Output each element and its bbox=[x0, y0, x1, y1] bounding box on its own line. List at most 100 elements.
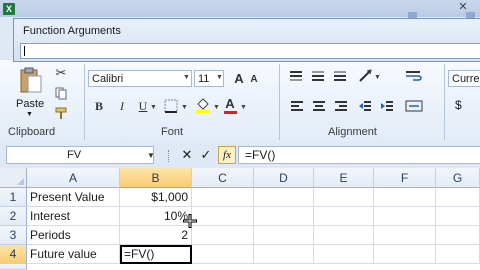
cell-e2[interactable] bbox=[314, 207, 374, 226]
paste-icon[interactable] bbox=[18, 66, 44, 94]
chevron-down-icon[interactable]: ▼ bbox=[374, 74, 381, 81]
row-header-4[interactable]: 4 bbox=[0, 245, 27, 264]
merge-center-icon[interactable] bbox=[404, 99, 424, 113]
underline-button[interactable]: U bbox=[136, 98, 150, 114]
dialog-title: Function Arguments bbox=[23, 25, 121, 37]
chevron-down-icon[interactable]: ▼ bbox=[183, 74, 190, 81]
row-header-3[interactable]: 3 bbox=[0, 226, 27, 245]
chevron-down-icon[interactable]: ▼ bbox=[147, 151, 155, 160]
column-header-e[interactable]: E bbox=[314, 168, 374, 188]
align-left-icon[interactable] bbox=[290, 100, 304, 112]
increase-indent-icon[interactable] bbox=[380, 100, 394, 112]
cell-a4[interactable]: Future value bbox=[27, 245, 120, 264]
cell-f2[interactable] bbox=[374, 207, 436, 226]
select-all-icon bbox=[17, 178, 24, 185]
worksheet-grid: A B C D E F G 1 Present Value $1,000 2 I… bbox=[0, 168, 480, 270]
cell-f1[interactable] bbox=[374, 188, 436, 207]
decrease-indent-icon[interactable] bbox=[358, 100, 372, 112]
select-all-button[interactable] bbox=[0, 168, 27, 188]
cell-e1[interactable] bbox=[314, 188, 374, 207]
column-header-g[interactable]: G bbox=[436, 168, 480, 188]
shrink-font-icon[interactable]: A bbox=[248, 72, 260, 87]
font-name-select[interactable]: Calibri bbox=[88, 70, 192, 87]
row-header-2[interactable]: 2 bbox=[0, 207, 27, 226]
cell-g1[interactable] bbox=[436, 188, 480, 207]
cell-a3[interactable]: Periods bbox=[27, 226, 120, 245]
wrap-text-icon[interactable] bbox=[404, 69, 424, 83]
cell-b3[interactable]: 2 bbox=[120, 226, 192, 245]
bold-button[interactable]: B bbox=[92, 98, 106, 114]
cursor-icon bbox=[183, 214, 197, 231]
name-box[interactable]: FV bbox=[6, 146, 154, 164]
cell-g2[interactable] bbox=[436, 207, 480, 226]
column-header-f[interactable]: F bbox=[374, 168, 436, 188]
cell-c3[interactable] bbox=[192, 226, 254, 245]
fill-color-icon[interactable] bbox=[194, 96, 212, 114]
row-header-5[interactable] bbox=[0, 264, 27, 270]
copy-icon[interactable] bbox=[54, 86, 68, 100]
paste-button-label[interactable]: Paste bbox=[16, 98, 44, 110]
grow-font-icon[interactable]: A bbox=[232, 70, 246, 87]
cell-c1[interactable] bbox=[192, 188, 254, 207]
name-box-value: FV bbox=[67, 149, 82, 161]
font-color-swatch bbox=[223, 111, 237, 114]
cell-b1[interactable]: $1,000 bbox=[120, 188, 192, 207]
cell-d1[interactable] bbox=[254, 188, 314, 207]
chevron-down-icon[interactable]: ▼ bbox=[216, 74, 223, 81]
dialog-range-input[interactable] bbox=[20, 43, 480, 59]
align-top-icon[interactable] bbox=[289, 70, 303, 82]
chevron-down-icon[interactable]: ▼ bbox=[240, 104, 247, 111]
cell-f3[interactable] bbox=[374, 226, 436, 245]
italic-button[interactable]: I bbox=[115, 98, 129, 114]
chevron-down-icon[interactable]: ▼ bbox=[213, 104, 220, 111]
borders-icon[interactable] bbox=[163, 98, 179, 114]
cell-d2[interactable] bbox=[254, 207, 314, 226]
cell-e4[interactable] bbox=[314, 245, 374, 264]
alignment-group-label: Alignment bbox=[328, 126, 377, 138]
cell-g4[interactable] bbox=[436, 245, 480, 264]
cell-c2[interactable] bbox=[192, 207, 254, 226]
cell-d3[interactable] bbox=[254, 226, 314, 245]
row-header-1[interactable]: 1 bbox=[0, 188, 27, 207]
title-bar: X ✕ bbox=[0, 0, 480, 19]
cut-icon[interactable]: ✂ bbox=[54, 65, 68, 80]
excel-icon: X bbox=[3, 3, 15, 15]
number-format-select[interactable]: Curren bbox=[448, 70, 480, 87]
column-header-b[interactable]: B bbox=[120, 168, 192, 188]
text-caret bbox=[24, 46, 25, 56]
cell-e3[interactable] bbox=[314, 226, 374, 245]
cell-f4[interactable] bbox=[374, 245, 436, 264]
chevron-down-icon[interactable]: ▼ bbox=[150, 104, 157, 111]
divider bbox=[168, 150, 171, 162]
formula-bar: FV ▼ ✕ ✓ fx =FV() bbox=[0, 142, 480, 168]
font-group-label: Font bbox=[161, 126, 184, 138]
align-right-icon[interactable] bbox=[334, 100, 348, 112]
insert-function-button[interactable]: fx bbox=[218, 146, 236, 164]
cell-b4-active[interactable]: =FV() bbox=[120, 245, 192, 264]
currency-button[interactable]: $ bbox=[455, 98, 462, 112]
divider bbox=[84, 64, 85, 140]
chevron-down-icon[interactable]: ▼ bbox=[181, 104, 188, 111]
cell-a1[interactable]: Present Value bbox=[27, 188, 120, 207]
chevron-down-icon[interactable]: ▼ bbox=[26, 111, 33, 118]
align-bottom-icon[interactable] bbox=[333, 70, 347, 82]
format-painter-icon[interactable] bbox=[54, 106, 68, 120]
clipboard-group-label: Clipboard bbox=[8, 126, 56, 138]
align-center-icon[interactable] bbox=[312, 100, 326, 112]
orientation-icon[interactable] bbox=[358, 69, 374, 83]
column-header-c[interactable]: C bbox=[192, 168, 254, 188]
enter-button[interactable]: ✓ bbox=[199, 146, 213, 164]
divider bbox=[279, 64, 280, 140]
cell-a2[interactable]: Interest bbox=[27, 207, 120, 226]
align-middle-icon[interactable] bbox=[311, 70, 325, 82]
close-window-icon[interactable]: ✕ bbox=[456, 0, 470, 13]
cell-g3[interactable] bbox=[436, 226, 480, 245]
column-header-d[interactable]: D bbox=[254, 168, 314, 188]
font-color-icon[interactable]: A bbox=[222, 96, 238, 114]
formula-input[interactable]: =FV() bbox=[238, 146, 480, 164]
column-header-a[interactable]: A bbox=[27, 168, 120, 188]
cell-c4[interactable] bbox=[192, 245, 254, 264]
cell-d4[interactable] bbox=[254, 245, 314, 264]
cell-b2[interactable]: 10% bbox=[120, 207, 192, 226]
cancel-button[interactable]: ✕ bbox=[180, 146, 194, 164]
